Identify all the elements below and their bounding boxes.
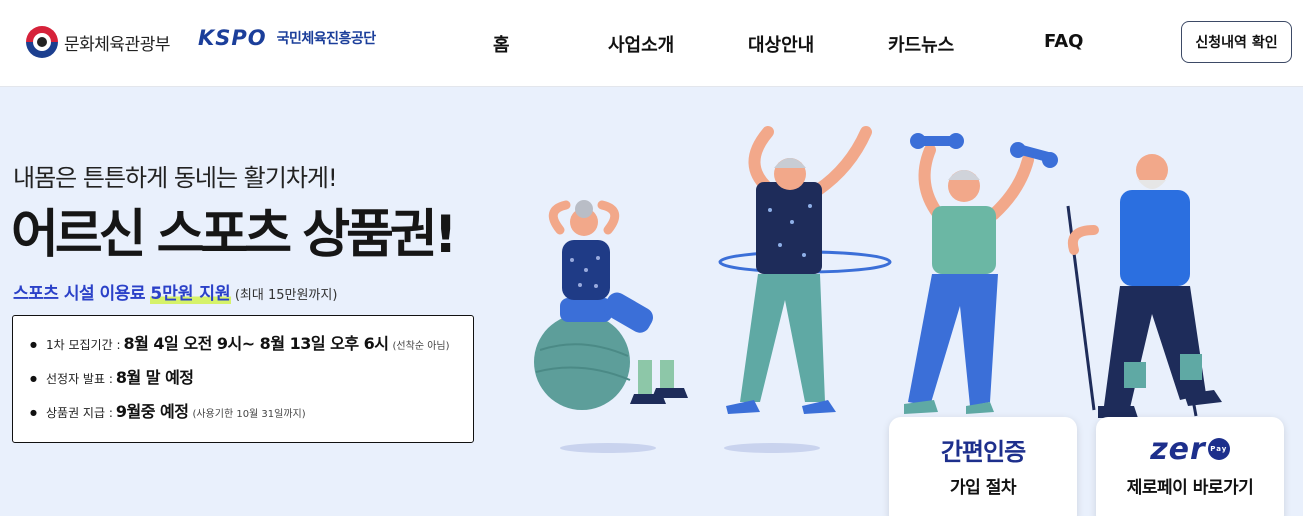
bullet-icon: ● [30,374,37,383]
schedule-value: 8월 말 예정 [115,368,194,387]
schedule-label: 상품권 지급 : [45,406,113,420]
schedule-label: 1차 모집기간 : [45,338,121,352]
zeropay-logo-icon: zer Pay [1150,431,1230,467]
support-line: 스포츠 시설 이용료 5만원 지원 (최대 15만원까지) [13,279,337,304]
ministry-logo[interactable]: 문화체육관광부 [26,26,170,58]
nav-card-news[interactable]: 카드뉴스 [888,31,954,57]
apply-check-button[interactable]: 신청내역 확인 [1181,21,1292,63]
signup-process-label: 가입 절차 [950,478,1016,498]
hero-title: 어르신 스포츠 상품권! [11,205,457,265]
schedule-note: (선착순 아님) [392,341,450,352]
pay-badge: Pay [1207,438,1230,460]
senior-nordic-walking-figure [1066,154,1222,418]
bullet-icon: ● [30,408,37,417]
senior-dumbbell-figure [904,133,1058,414]
simple-auth-title: 간편인증 [940,437,1026,466]
schedule-note: (사용기한 10월 31일까지) [192,409,306,420]
bullet-icon: ● [30,340,37,349]
ministry-name: 문화체육관광부 [64,34,170,55]
kspo-logo-icon: KSPO [198,26,267,50]
simple-auth-card[interactable]: 간편인증 가입 절차 [889,417,1077,516]
support-amount: 5만원 지원 [150,284,231,304]
schedule-item: ● 상품권 지급 : 9월중 예정 (사용기한 10월 31일까지) [30,398,473,432]
schedule-value: 9월중 예정 [115,402,189,421]
taeguk-logo-icon [26,26,58,58]
nav-about[interactable]: 사업소개 [608,31,674,57]
zeropay-logo-text: zer [1150,431,1206,467]
support-prefix: 스포츠 시설 이용료 [13,284,151,304]
nav-home[interactable]: 홈 [493,31,510,57]
senior-on-ball-figure [534,200,688,410]
kspo-name: 국민체육진흥공단 [276,31,377,47]
schedule-box: ● 1차 모집기간 : 8월 4일 오전 9시~ 8월 13일 오후 6시 (선… [12,315,474,443]
zeropay-link-label: 제로페이 바로가기 [1126,478,1254,498]
nav-eligibility[interactable]: 대상안내 [748,31,814,57]
support-note: (최대 15만원까지) [230,288,338,303]
hero-subtitle: 내몸은 튼튼하게 동네는 활기차게! [13,164,338,192]
kspo-logo[interactable]: KSPO 국민체육진흥공단 [198,26,376,50]
schedule-label: 선정자 발표 : [45,372,113,386]
nav-faq[interactable]: FAQ [1044,31,1083,52]
schedule-item: ● 1차 모집기간 : 8월 4일 오전 9시~ 8월 13일 오후 6시 (선… [30,330,473,364]
schedule-value: 8월 4일 오전 9시~ 8월 13일 오후 6시 [123,334,390,353]
senior-hula-hoop-figure [718,126,892,414]
site-header: 문화체육관광부 KSPO 국민체육진흥공단 홈 사업소개 대상안내 카드뉴스 F… [0,0,1303,87]
zeropay-card[interactable]: zer Pay 제로페이 바로가기 [1096,417,1284,516]
schedule-item: ● 선정자 발표 : 8월 말 예정 [30,364,473,398]
